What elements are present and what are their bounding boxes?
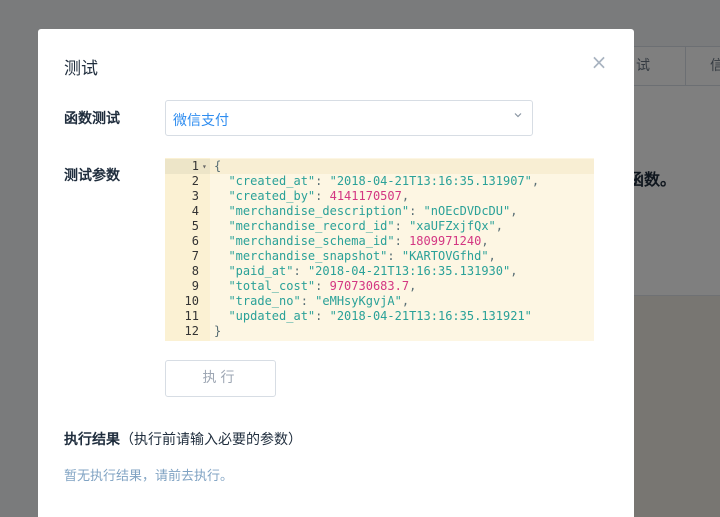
params-label: 测试参数 [64,168,120,184]
code-line: } [214,324,221,339]
code-line: "paid_at": "2018-04-21T13:16:35.131930", [214,264,517,279]
editor-line: 10 "trade_no": "eMHsyKgvjA", [165,294,594,309]
function-label: 函数测试 [64,111,120,127]
code-line: "merchandise_schema_id": 1809971240, [214,234,489,249]
code-line: "merchandise_record_id": "xaUFZxjfQx", [214,219,503,234]
editor-line: 9 "total_cost": 970730683.7, [165,279,594,294]
code-token: : [409,204,424,218]
code-token: "merchandise_schema_id" [214,234,395,248]
code-line: "updated_at": "2018-04-21T13:16:35.13192… [214,309,532,324]
code-token: "merchandise_record_id" [214,219,395,233]
code-token: , [481,234,489,248]
code-token: , [531,174,540,188]
result-title-label: 执行结果 [64,432,120,448]
result-empty-text: 暂无执行结果，请前去执行。 [64,469,234,484]
close-icon[interactable]: × [590,52,608,72]
code-token: , [409,279,417,293]
code-token: "total_cost" [214,279,316,293]
code-token: 4141170507 [329,189,402,203]
code-token: "created_by" [214,189,316,203]
editor-line-bg [210,324,594,339]
code-token: : [315,189,330,203]
code-token: , [401,189,410,203]
function-select-value: 微信支付 [173,113,229,129]
fold-arrow-icon[interactable]: ▾ [202,159,207,174]
code-token: "merchandise_snapshot" [214,249,388,263]
editor-line: 12} [165,324,594,339]
code-token: , [495,219,504,233]
line-number: 12 [184,324,199,338]
editor-line: 3 "created_by": 4141170507, [165,189,594,204]
code-token: 970730683.7 [329,279,410,293]
code-token: "2018-04-21T13:16:35.131907" [329,174,532,188]
code-line: "trade_no": "eMHsyKgvjA", [214,294,409,309]
editor-line: 6 "merchandise_schema_id": 1809971240, [165,234,594,249]
code-token: { [214,159,222,173]
code-token: "paid_at" [214,264,294,278]
line-number: 2 [191,174,199,188]
function-select[interactable]: 微信支付 [165,100,533,136]
code-token: "KARTOVGfhd" [401,249,489,263]
line-number: 4 [191,204,199,218]
code-token: "nOEcDVDcDU" [423,204,511,218]
code-token: , [401,294,410,308]
code-token: , [510,204,518,218]
editor-line: 2 "created_at": "2018-04-21T13:16:35.131… [165,174,594,189]
line-number: 9 [191,279,199,293]
code-token: "updated_at" [214,309,316,323]
run-button[interactable]: 执行 [165,360,276,397]
code-line: "merchandise_snapshot": "KARTOVGfhd", [214,249,496,264]
result-hint: （执行前请输入必要的参数） [120,432,302,448]
line-number: 11 [184,309,199,323]
editor-line: 5 "merchandise_record_id": "xaUFZxjfQx", [165,219,594,234]
code-token: : [315,279,330,293]
code-token: : [293,264,308,278]
line-number: 8 [191,264,199,278]
line-number: 3 [191,189,199,203]
editor-line: 1 ▾{ [165,159,594,174]
editor-line: 4 "merchandise_description": "nOEcDVDcDU… [165,204,594,219]
code-token: : [394,219,410,233]
editor-line: 11 "updated_at": "2018-04-21T13:16:35.13… [165,309,594,324]
code-token: : [315,309,330,323]
modal-title: 测试 [64,59,98,79]
test-modal: 测试 × 函数测试 微信支付 测试参数 1 ▾{2 "created_at": "… [38,29,634,517]
editor-line-bg [210,159,594,174]
code-token: , [488,249,496,263]
editor-line: 7 "merchandise_snapshot": "KARTOVGfhd", [165,249,594,264]
code-token: : [387,249,402,263]
code-line: { [214,159,221,174]
code-token: "eMHsyKgvjA" [315,294,402,308]
code-token: "2018-04-21T13:16:35.131930" [307,264,511,278]
line-number: 7 [191,249,199,263]
line-number: 5 [191,219,199,233]
code-token: : [394,234,410,248]
code-token: } [214,324,222,338]
json-editor[interactable]: 1 ▾{2 "created_at": "2018-04-21T13:16:35.… [165,158,594,341]
code-token: : [315,174,330,188]
code-line: "merchandise_description": "nOEcDVDcDU", [214,204,517,219]
code-token: "created_at" [214,174,316,188]
code-token: "xaUFZxjfQx" [409,219,496,233]
line-number: 10 [184,294,199,308]
code-line: "total_cost": 970730683.7, [214,279,416,294]
code-token: "trade_no" [214,294,301,308]
chevron-down-icon [514,113,522,118]
result-title: 执行结果（执行前请输入必要的参数） [64,429,302,449]
code-line: "created_by": 4141170507, [214,189,409,204]
code-line: "created_at": "2018-04-21T13:16:35.13190… [214,174,539,189]
line-number: 6 [191,234,199,248]
code-token: 1809971240 [409,234,482,248]
code-token: , [510,264,518,278]
editor-line: 8 "paid_at": "2018-04-21T13:16:35.131930… [165,264,594,279]
code-token: : [300,294,316,308]
code-token: "2018-04-21T13:16:35.131921" [329,309,532,323]
code-token: "merchandise_description" [214,204,410,218]
